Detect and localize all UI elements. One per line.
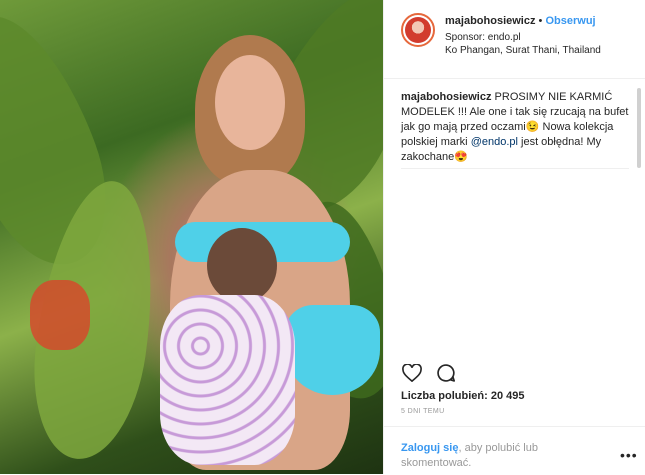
username-link[interactable]: majabohosiewicz [445,15,535,27]
follow-button[interactable]: Obserwuj [545,15,595,27]
location-link[interactable]: Ko Phangan, Surat Thani, Thailand [445,45,601,56]
caption-username[interactable]: majabohosiewicz [401,91,491,103]
separator-dot: • [538,15,543,27]
baby-dress [160,295,295,465]
sponsor-label[interactable]: Sponsor: endo.pl [445,32,521,43]
swimsuit-bottom [285,305,380,395]
post-photo [0,0,383,474]
post-caption: majabohosiewicz PROSIMY NIE KARMIĆ MODEL… [401,90,629,165]
login-link[interactable]: Zaloguj się [401,442,458,454]
avatar-image [405,17,431,43]
more-options-icon[interactable]: ••• [620,447,638,463]
username-row: majabohosiewicz • Obserwuj [445,15,596,27]
post-footer: Zaloguj się, aby polubić lub skomentować… [384,426,645,475]
post-header: majabohosiewicz • Obserwuj Sponsor: endo… [384,0,645,79]
likes-count[interactable]: Liczba polubień: 20 495 [401,390,524,402]
flower-decor [30,280,90,350]
login-prompt: Zaloguj się, aby polubić lub skomentować… [401,441,601,471]
post-timestamp[interactable]: 5 DNI TEMU [401,408,445,415]
heart-icon[interactable] [401,362,423,384]
heart-eyes-emoji: 😍 [454,151,468,163]
post-sidebar: majabohosiewicz • Obserwuj Sponsor: endo… [383,0,645,474]
wink-emoji: 😉 [525,121,540,133]
person-face [215,55,285,150]
caption-scrollbar[interactable] [637,88,641,168]
baby-head [207,228,277,303]
action-bar [401,362,457,384]
divider [401,168,629,169]
comment-icon[interactable] [435,362,457,384]
avatar[interactable] [401,13,435,47]
mention-link[interactable]: @endo.pl [471,136,518,148]
